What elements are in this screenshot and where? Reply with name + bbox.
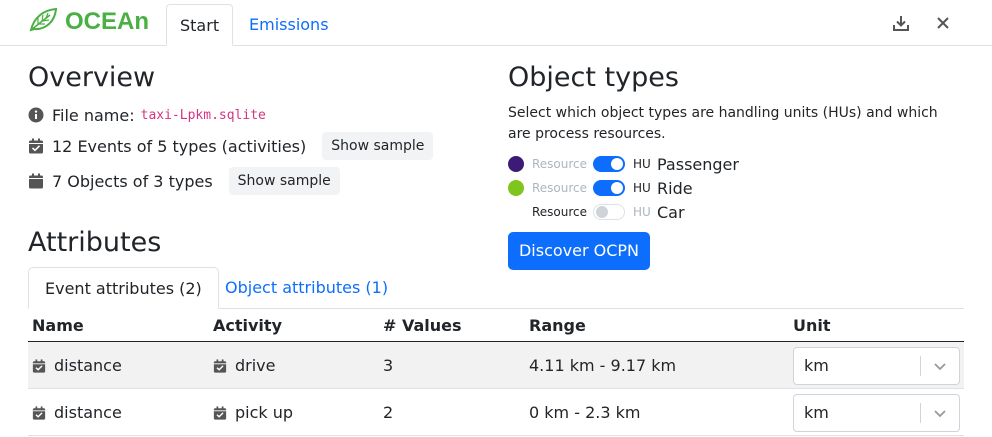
resource-label: Resource — [532, 181, 588, 195]
hu-toggle-car[interactable] — [593, 204, 625, 220]
resource-label: Resource — [532, 205, 588, 219]
name-cell: distance — [32, 342, 122, 389]
calendar-check-icon — [32, 405, 46, 420]
unit-select[interactable]: km — [793, 347, 960, 385]
events-row: 12 Events of 5 types (activities) Show s… — [28, 131, 434, 161]
overview-title: Overview — [28, 62, 156, 93]
object-color-dot — [508, 156, 524, 172]
activity-name: pick up — [235, 403, 294, 422]
unit-select[interactable]: km — [793, 394, 960, 432]
top-navbar: OCEAn Start Emissions — [0, 0, 992, 46]
column-header-unit[interactable]: Unit — [793, 316, 831, 335]
column-header-name[interactable]: Name — [32, 316, 84, 335]
brand-name: OCEAn — [65, 8, 149, 35]
brand[interactable]: OCEAn — [28, 6, 149, 38]
object-type-row: Resource HU Passenger — [508, 153, 739, 175]
calendar-check-icon — [32, 358, 46, 373]
file-name-row: File name: taxi-Lpkm.sqlite — [28, 104, 266, 126]
events-show-sample-button[interactable]: Show sample — [322, 132, 434, 160]
object-type-name: Car — [657, 202, 685, 222]
file-name-value: taxi-Lpkm.sqlite — [140, 107, 266, 123]
activity-cell: pick up — [213, 389, 293, 436]
objects-summary: 7 Objects of 3 types — [52, 171, 213, 191]
range-cell: 0 km - 2.3 km — [529, 403, 641, 422]
table-row: distance pick up 2 0 km - 2.3 km km — [28, 389, 964, 436]
object-type-row: Resource HU Ride — [508, 177, 693, 199]
values-cell: 2 — [383, 403, 394, 422]
unit-value: km — [804, 356, 829, 375]
unit-value: km — [804, 403, 829, 422]
hu-label: HU — [633, 157, 651, 171]
attribute-name: distance — [54, 356, 122, 375]
chevron-down-icon[interactable] — [933, 406, 947, 420]
tab-object-attributes[interactable]: Object attributes (1) — [209, 267, 404, 309]
calendar-check-icon — [213, 358, 227, 373]
object-type-name: Passenger — [657, 154, 739, 174]
object-type-row: Resource HU Car — [508, 201, 685, 223]
object-types-title: Object types — [508, 62, 679, 93]
object-type-name: Ride — [657, 178, 693, 198]
tab-event-attributes[interactable]: Event attributes (2) — [28, 267, 219, 309]
discover-ocpn-button[interactable]: Discover OCPN — [508, 232, 650, 270]
hu-label: HU — [633, 205, 651, 219]
activity-name: drive — [235, 356, 276, 375]
leaf-icon — [28, 7, 65, 37]
objects-row: 7 Objects of 3 types Show sample — [28, 166, 340, 196]
activity-cell: drive — [213, 342, 276, 389]
calendar-icon — [28, 173, 44, 189]
file-name-label: File name: — [52, 105, 135, 125]
hu-label: HU — [633, 181, 651, 195]
objects-show-sample-button[interactable]: Show sample — [228, 167, 340, 195]
attributes-title: Attributes — [28, 227, 162, 258]
close-icon[interactable] — [934, 14, 952, 32]
column-header-activity[interactable]: Activity — [213, 316, 282, 335]
download-icon[interactable] — [892, 14, 910, 32]
attribute-tabs: Event attributes (2) Object attributes (… — [28, 267, 964, 309]
tab-emissions[interactable]: Emissions — [236, 4, 342, 46]
object-color-dot — [508, 180, 524, 196]
column-header-range[interactable]: Range — [529, 316, 586, 335]
resource-label: Resource — [532, 157, 588, 171]
events-summary: 12 Events of 5 types (activities) — [52, 136, 307, 156]
name-cell: distance — [32, 389, 122, 436]
range-cell: 4.11 km - 9.17 km — [529, 356, 677, 375]
attribute-name: distance — [54, 403, 122, 422]
calendar-check-icon — [28, 138, 44, 154]
column-header-values[interactable]: # Values — [383, 316, 462, 335]
info-icon — [28, 107, 44, 123]
tab-start[interactable]: Start — [166, 4, 234, 46]
chevron-down-icon[interactable] — [933, 359, 947, 373]
values-cell: 3 — [383, 356, 394, 375]
object-types-description: Select which object types are handling u… — [508, 105, 938, 142]
hu-toggle-passenger[interactable] — [593, 156, 625, 172]
calendar-check-icon — [213, 405, 227, 420]
table-row: distance drive 3 4.11 km - 9.17 km km — [28, 342, 964, 389]
hu-toggle-ride[interactable] — [593, 180, 625, 196]
